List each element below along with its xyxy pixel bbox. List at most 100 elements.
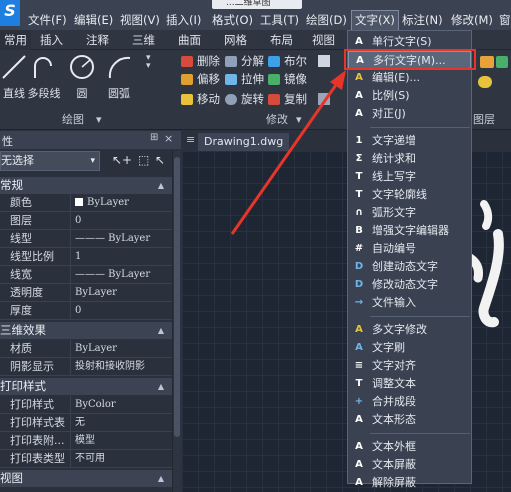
- layer-icon[interactable]: [480, 56, 494, 68]
- menu-item-text-frame[interactable]: A 文本外框: [348, 438, 471, 456]
- tab-drawing1[interactable]: Drawing1.dwg: [198, 133, 290, 151]
- menu-item-text-form[interactable]: A 文本形态: [348, 411, 471, 429]
- rotate-button[interactable]: 旋转: [224, 90, 264, 108]
- app-logo[interactable]: S: [0, 0, 20, 26]
- prop-row-plot-table[interactable]: 打印样式表无: [0, 414, 172, 432]
- prop-row-linetype-scale[interactable]: 线型比例 1: [0, 248, 172, 266]
- menu-window[interactable]: 窗: [499, 10, 511, 30]
- tab-annotate[interactable]: 注释: [86, 30, 109, 50]
- properties-scrollbar[interactable]: [172, 151, 181, 492]
- section-plot-style[interactable]: 打印样式 ▲: [0, 378, 172, 395]
- menu-item-unmask[interactable]: A 解除屏蔽: [348, 474, 471, 492]
- prop-row-layer[interactable]: 图层 0: [0, 212, 172, 230]
- menu-item-enhanced-editor[interactable]: B 增强文字编辑器: [348, 222, 471, 240]
- group-modify-expand[interactable]: ▾: [296, 112, 302, 128]
- mirror-button[interactable]: 镜像: [267, 70, 307, 88]
- prop-value[interactable]: ——— ByLayer: [70, 230, 172, 248]
- erase-button[interactable]: 删除: [180, 52, 220, 70]
- polyline-button[interactable]: 多段线: [24, 52, 64, 101]
- menu-item-modify-dynamic-text[interactable]: D 修改动态文字: [348, 276, 471, 294]
- menu-dimension[interactable]: 标注(N): [402, 10, 443, 30]
- menu-edit[interactable]: 编辑(E): [74, 10, 113, 30]
- offset-button[interactable]: 偏移: [180, 70, 220, 88]
- menu-item-text-outline[interactable]: T 文字轮廓线: [348, 186, 471, 204]
- draw-more-dropdown[interactable]: ▾ ▾: [146, 54, 170, 71]
- menu-item-justify[interactable]: A 对正(J): [348, 105, 471, 123]
- menu-item-text-brush[interactable]: A 文字刷: [348, 339, 471, 357]
- menu-item-auto-number[interactable]: # 自动编号: [348, 240, 471, 258]
- prop-row-plot-attached[interactable]: 打印表附... 模型: [0, 432, 172, 450]
- boolean-button[interactable]: 布尔: [267, 52, 307, 70]
- menu-tools[interactable]: 工具(T): [260, 10, 299, 30]
- prop-row-transparency[interactable]: 透明度 ByLayer: [0, 284, 172, 302]
- prop-value[interactable]: ByLayer: [70, 340, 172, 358]
- menu-item-edit[interactable]: A 编辑(E)...: [348, 69, 471, 87]
- menu-item-file-input[interactable]: → 文件输入: [348, 294, 471, 312]
- prop-value[interactable]: 1: [70, 248, 172, 266]
- pin-icon[interactable]: ⊞: [150, 132, 158, 143]
- prop-value[interactable]: ——— ByLayer: [70, 266, 172, 284]
- prop-value[interactable]: 不可用: [70, 450, 172, 468]
- selection-dropdown[interactable]: 无选择 ▾: [0, 151, 100, 171]
- toggle-pickadd-icon[interactable]: ↖: [155, 153, 165, 167]
- arc-button[interactable]: 圆弧: [99, 52, 139, 101]
- menu-item-scale[interactable]: A 比例(S): [348, 87, 471, 105]
- menu-item-sum[interactable]: Σ 统计求和: [348, 150, 471, 168]
- menu-insert[interactable]: 插入(I): [166, 10, 201, 30]
- menu-modify[interactable]: 修改(M): [451, 10, 493, 30]
- stretch-button[interactable]: 拉伸: [224, 70, 264, 88]
- menu-item-adjust-text[interactable]: T 调整文本: [348, 375, 471, 393]
- menu-item-text-on-line[interactable]: T 线上写字: [348, 168, 471, 186]
- menu-item-merge-paragraph[interactable]: + 合并成段: [348, 393, 471, 411]
- trim-icon[interactable]: [318, 93, 330, 105]
- tab-3d[interactable]: 三维: [132, 30, 155, 50]
- prop-row-linetype[interactable]: 线型 ——— ByLayer: [0, 230, 172, 248]
- array-icon[interactable]: [318, 55, 330, 67]
- prop-value[interactable]: 模型: [70, 432, 172, 450]
- move-button[interactable]: 移动: [180, 90, 220, 108]
- prop-value[interactable]: ByColor: [70, 396, 172, 414]
- prop-row-color[interactable]: 颜色 ByLayer: [0, 194, 172, 212]
- copy-button[interactable]: 复制: [267, 90, 307, 108]
- scrollbar-thumb[interactable]: [174, 157, 180, 437]
- section-3d-effects[interactable]: 三维效果 ▲: [0, 322, 172, 339]
- section-view[interactable]: 视图 ▲: [0, 470, 172, 487]
- tab-layout[interactable]: 布局: [270, 30, 293, 50]
- menu-format[interactable]: 格式(O): [212, 10, 253, 30]
- menu-view[interactable]: 视图(V): [120, 10, 160, 30]
- quick-select-icon[interactable]: ↖+: [112, 153, 132, 167]
- prop-value[interactable]: ByLayer: [70, 194, 172, 212]
- prop-row-plot-style[interactable]: 打印样式 ByColor: [0, 396, 172, 414]
- close-icon[interactable]: ×: [164, 132, 173, 145]
- circle-button[interactable]: 圆: [62, 52, 102, 101]
- prop-row-shadow[interactable]: 阴影显示 投射和接收阴影: [0, 358, 172, 376]
- prop-value[interactable]: 0: [70, 302, 172, 320]
- menu-item-create-dynamic-text[interactable]: D 创建动态文字: [348, 258, 471, 276]
- file-list-icon[interactable]: ≡: [186, 133, 195, 146]
- menu-text[interactable]: 文字(X): [351, 10, 399, 30]
- group-draw-expand[interactable]: ▾: [96, 112, 102, 128]
- prop-value[interactable]: ByLayer: [70, 284, 172, 302]
- prop-row-thickness[interactable]: 厚度 0: [0, 302, 172, 320]
- prop-value[interactable]: 投射和接收阴影: [70, 358, 172, 376]
- menu-item-arc-text[interactable]: ∩ 弧形文字: [348, 204, 471, 222]
- layer-state-icon[interactable]: [496, 56, 508, 68]
- select-objects-icon[interactable]: ⬚: [138, 153, 149, 167]
- prop-value[interactable]: 无: [70, 414, 172, 432]
- prop-row-plot-type[interactable]: 打印表类型 不可用: [0, 450, 172, 468]
- prop-row-material[interactable]: 材质 ByLayer: [0, 340, 172, 358]
- tab-insert[interactable]: 插入: [40, 30, 63, 50]
- section-general[interactable]: 常规 ▲: [0, 177, 172, 194]
- tab-surface[interactable]: 曲面: [178, 30, 201, 50]
- menu-item-text-increment[interactable]: 1 文字递增: [348, 132, 471, 150]
- explode-button[interactable]: 分解: [224, 52, 264, 70]
- tab-home[interactable]: 常用: [0, 30, 31, 50]
- tab-view[interactable]: 视图: [312, 30, 335, 50]
- menu-draw[interactable]: 绘图(D): [306, 10, 347, 30]
- menu-item-multi-text-modify[interactable]: A 多文字修改: [348, 321, 471, 339]
- tab-mesh[interactable]: 网格: [224, 30, 247, 50]
- layer-on-icon[interactable]: [478, 76, 492, 88]
- menu-item-text-align[interactable]: ≡ 文字对齐: [348, 357, 471, 375]
- prop-value[interactable]: 0: [70, 212, 172, 230]
- prop-row-lineweight[interactable]: 线宽 ——— ByLayer: [0, 266, 172, 284]
